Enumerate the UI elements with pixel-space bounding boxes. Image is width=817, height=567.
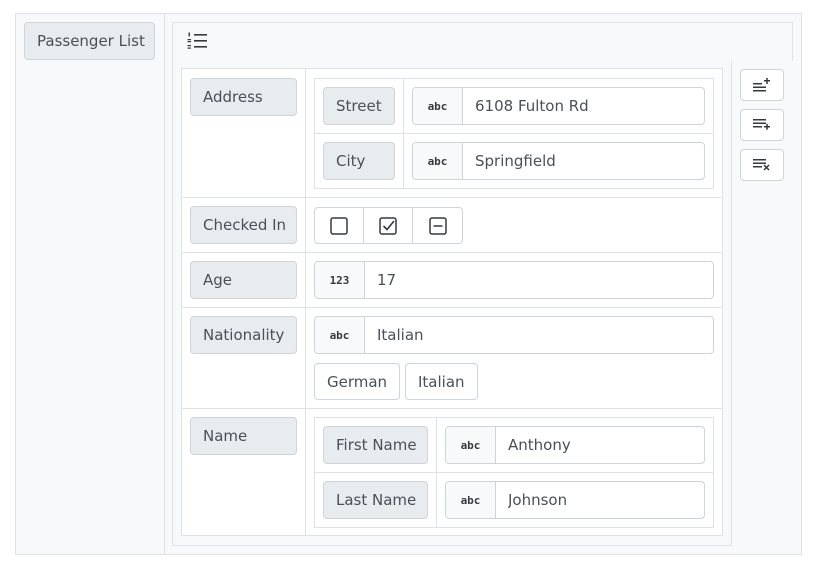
age-input-group: 123 bbox=[314, 261, 714, 299]
delete-row-button[interactable] bbox=[740, 149, 784, 181]
last-name-label-text: Last Name bbox=[336, 491, 417, 509]
street-input[interactable] bbox=[463, 88, 704, 124]
address-label-text: Address bbox=[203, 88, 263, 106]
passenger-list-label: Passenger List bbox=[24, 22, 155, 60]
row-separator bbox=[182, 252, 722, 253]
passenger-list-text: Passenger List bbox=[37, 32, 145, 50]
checked-option[interactable] bbox=[364, 208, 413, 243]
nationality-label: Nationality bbox=[190, 316, 297, 354]
insert-below-icon bbox=[753, 119, 770, 130]
insert-above-icon bbox=[753, 78, 770, 92]
street-label: Street bbox=[323, 87, 395, 125]
indeterminate-option[interactable] bbox=[413, 208, 462, 243]
city-input[interactable] bbox=[463, 143, 704, 179]
number-type-badge: 123 bbox=[315, 262, 365, 298]
delete-row-icon bbox=[753, 159, 770, 171]
checked-box-icon bbox=[379, 216, 397, 235]
text-type-badge: abc bbox=[413, 88, 463, 124]
insert-below-button[interactable] bbox=[740, 109, 784, 141]
name-subrow-separator bbox=[315, 472, 713, 473]
nationality-suggestion-german[interactable]: German bbox=[314, 363, 401, 400]
name-label: Name bbox=[190, 417, 297, 455]
label-column-divider bbox=[305, 69, 306, 535]
row-separator bbox=[182, 307, 722, 308]
first-name-input-group: abc bbox=[445, 426, 705, 464]
row-separator bbox=[182, 197, 722, 198]
nationality-label-text: Nationality bbox=[203, 326, 285, 344]
first-name-input[interactable] bbox=[496, 427, 704, 463]
checked-in-toggle-group bbox=[314, 207, 463, 244]
nationality-input-group: abc bbox=[314, 316, 714, 354]
nationality-input[interactable] bbox=[365, 317, 713, 353]
column-divider bbox=[164, 14, 165, 554]
street-label-text: Street bbox=[336, 97, 382, 115]
text-type-badge: abc bbox=[413, 143, 463, 179]
age-label-text: Age bbox=[203, 271, 233, 289]
name-label-text: Name bbox=[203, 427, 248, 445]
text-type-badge: abc bbox=[315, 317, 365, 353]
suggestion-label: Italian bbox=[418, 372, 465, 391]
text-type-badge: abc bbox=[446, 482, 496, 518]
city-label-text: City bbox=[336, 152, 366, 170]
row-separator bbox=[182, 408, 722, 409]
first-name-label-text: First Name bbox=[336, 436, 417, 454]
age-input[interactable] bbox=[365, 262, 713, 298]
address-subrow-separator bbox=[315, 133, 713, 134]
last-name-input-group: abc bbox=[445, 481, 705, 519]
checked-in-label: Checked In bbox=[190, 206, 297, 244]
last-name-input[interactable] bbox=[496, 482, 704, 518]
suggestion-label: German bbox=[327, 372, 388, 391]
address-label: Address bbox=[190, 78, 297, 116]
age-label: Age bbox=[190, 261, 297, 299]
insert-above-button[interactable] bbox=[740, 69, 784, 101]
city-input-group: abc bbox=[412, 142, 705, 180]
unchecked-option[interactable] bbox=[315, 208, 364, 243]
first-name-label: First Name bbox=[323, 426, 428, 464]
text-type-badge: abc bbox=[446, 427, 496, 463]
checked-in-label-text: Checked In bbox=[203, 216, 287, 234]
unchecked-box-icon bbox=[330, 216, 348, 235]
list-ordered-icon[interactable] bbox=[186, 30, 208, 52]
street-input-group: abc bbox=[412, 87, 705, 125]
city-label: City bbox=[323, 142, 395, 180]
indeterminate-box-icon bbox=[428, 216, 447, 235]
nationality-suggestion-italian[interactable]: Italian bbox=[405, 363, 478, 400]
last-name-label: Last Name bbox=[323, 481, 428, 519]
